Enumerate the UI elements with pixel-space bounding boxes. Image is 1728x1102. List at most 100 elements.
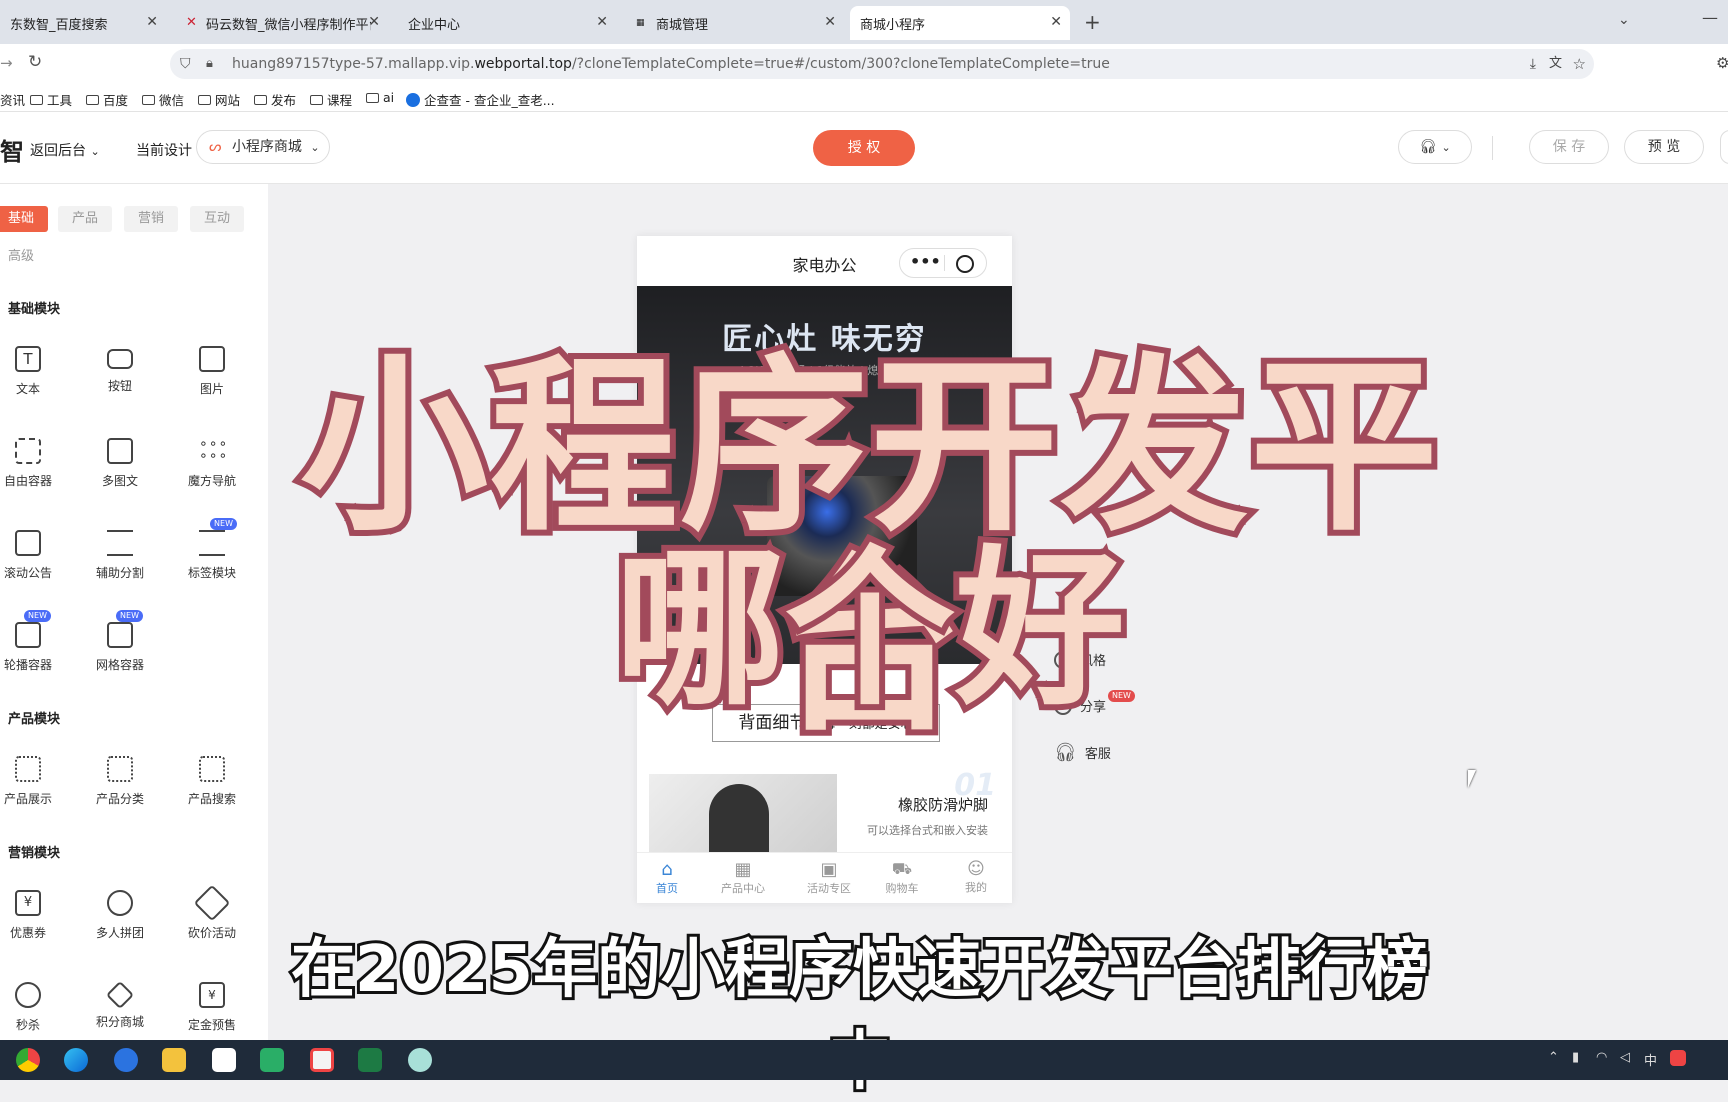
back-to-admin-button[interactable]: 返回后台 ⌄: [30, 140, 100, 160]
recorder-icon[interactable]: [310, 1048, 334, 1072]
text-icon: T: [15, 346, 41, 372]
close-icon[interactable]: ✕: [1050, 14, 1062, 30]
tab-list-icon[interactable]: ⌄: [1618, 12, 1630, 28]
new-tab-icon[interactable]: +: [1084, 10, 1101, 34]
bookmark-folder[interactable]: 微信: [142, 90, 184, 109]
flower-app-icon[interactable]: [408, 1048, 432, 1072]
module-text[interactable]: T 文本: [0, 346, 68, 397]
site-icon: ▦: [636, 18, 645, 28]
module-magic-nav[interactable]: ∘∘∘ ∘∘∘ 魔方导航: [172, 437, 252, 489]
module-carousel[interactable]: NEW 轮播容器: [0, 610, 68, 673]
section-title-product: 产品模块: [8, 712, 61, 727]
module-product-category[interactable]: 产品分类: [80, 756, 160, 807]
wechat-icon[interactable]: [260, 1048, 284, 1072]
sogou-icon[interactable]: [114, 1048, 138, 1072]
bookmark-item[interactable]: 企查查 - 查企业_查老...: [406, 90, 555, 109]
module-image[interactable]: 图片: [172, 346, 252, 397]
close-icon[interactable]: ✕: [824, 14, 836, 30]
excel-icon[interactable]: [358, 1048, 382, 1072]
module-coupon[interactable]: ¥ 优惠券: [0, 890, 68, 941]
divider-icon: [107, 530, 133, 556]
module-bargain[interactable]: 砍价活动: [172, 884, 252, 941]
translate-icon[interactable]: 文: [1549, 49, 1562, 79]
authorize-button[interactable]: 授 权: [813, 130, 915, 166]
module-divider[interactable]: 辅助分割: [80, 530, 160, 581]
module-notice[interactable]: 滚动公告: [0, 530, 68, 581]
bookmark-folder[interactable]: 工具: [30, 90, 72, 109]
back-label: 返回后台: [30, 143, 86, 159]
grid-icon: NEW: [107, 610, 143, 648]
bookmark-label: 资讯: [0, 93, 26, 108]
support-dropdown[interactable]: 🎧︎ ⌄: [1398, 130, 1472, 164]
bookmark-folder[interactable]: 发布: [254, 90, 296, 109]
nav-products[interactable]: ▦ 产品中心: [715, 859, 771, 896]
ime-icon[interactable]: 中: [1644, 1050, 1657, 1069]
browser-tab[interactable]: 东数智_百度搜索 ✕: [0, 6, 166, 40]
category-tab-advanced[interactable]: 高级: [0, 244, 48, 270]
bookmark-folder[interactable]: 百度: [86, 90, 128, 109]
address-bar: → ↻ ⛉ 🔒︎ huang897157type-57.mallapp.vip.…: [0, 44, 1728, 84]
mouse-cursor-icon: [1468, 770, 1476, 788]
chrome-icon[interactable]: [16, 1048, 40, 1072]
category-tab-marketing[interactable]: 营销: [124, 206, 178, 232]
module-points-mall[interactable]: 积分商城: [80, 980, 160, 1030]
mic-icon[interactable]: ▮: [1572, 1050, 1579, 1065]
capsule-menu[interactable]: •••: [899, 248, 987, 278]
save-button[interactable]: 保 存: [1529, 130, 1609, 164]
minimize-icon[interactable]: —: [1702, 8, 1718, 27]
product-card[interactable]: 01 橡胶防滑炉脚 可以选择台式和嵌入安装: [649, 768, 1000, 852]
bookmark-folder[interactable]: 课程: [310, 90, 352, 109]
network-icon[interactable]: ◠: [1596, 1050, 1607, 1065]
close-icon[interactable]: ✕: [368, 14, 380, 30]
tray-up-icon[interactable]: ⌃: [1548, 1050, 1559, 1065]
category-tab-interaction[interactable]: 互动: [190, 206, 244, 232]
module-grid[interactable]: NEW 网格容器: [80, 610, 160, 673]
folder-icon[interactable]: [162, 1048, 186, 1072]
bookmark-folder[interactable]: ai: [366, 90, 394, 105]
module-tags[interactable]: NEW 标签模块: [172, 518, 252, 581]
nav-activity[interactable]: ▣ 活动专区: [801, 859, 857, 896]
tab-title: 企业中心: [408, 17, 461, 33]
module-label: 魔方导航: [187, 474, 236, 488]
url-input[interactable]: ⛉ 🔒︎ huang897157type-57.mallapp.vip.webp…: [170, 49, 1594, 79]
more-button[interactable]: [1720, 130, 1728, 164]
qq-icon[interactable]: [212, 1048, 236, 1072]
category-tab-basic[interactable]: 基础: [0, 206, 48, 232]
category-tab-product[interactable]: 产品: [58, 206, 112, 232]
forward-icon[interactable]: →: [0, 54, 13, 72]
design-selector[interactable]: ᔕ 小程序商城 ⌄: [196, 130, 330, 164]
module-flash-sale[interactable]: 秒杀: [0, 982, 68, 1033]
browser-tab[interactable]: 企业中心 ✕: [398, 6, 616, 40]
selector-value: 小程序商城: [231, 139, 302, 155]
star-icon[interactable]: ☆: [1573, 49, 1586, 79]
new-badge: NEW: [210, 518, 237, 530]
close-icon[interactable]: ✕: [596, 14, 608, 30]
module-product-display[interactable]: 产品展示: [0, 756, 68, 807]
tab-title: 东数智_百度搜索: [10, 17, 108, 33]
close-icon[interactable]: ✕: [146, 14, 158, 30]
browser-tab[interactable]: ✕ 码云数智_微信小程序制作平台_ ✕: [176, 6, 388, 40]
nav-me[interactable]: ☺ 我的: [951, 859, 1001, 895]
module-multi-image-text[interactable]: 多图文: [80, 438, 160, 489]
nav-home[interactable]: ⌂ 首页: [647, 859, 687, 896]
preview-button[interactable]: 预 览: [1624, 130, 1704, 164]
module-presale[interactable]: ¥ 定金预售: [172, 982, 252, 1033]
bookmark-folder[interactable]: 网站: [198, 90, 240, 109]
browser-tab-active[interactable]: 商城小程序 ✕: [850, 6, 1070, 40]
module-button[interactable]: 按钮: [80, 346, 160, 394]
extension-icon[interactable]: ⚙: [1716, 54, 1728, 72]
carousel-icon: NEW: [15, 610, 51, 648]
reload-icon[interactable]: ↻: [28, 52, 42, 72]
module-group-buy[interactable]: 多人拼团: [80, 890, 160, 941]
sogou-ime-icon[interactable]: [1670, 1050, 1686, 1066]
bookmark-item[interactable]: 资讯: [0, 90, 25, 109]
stopwatch-icon: [15, 982, 41, 1008]
browser-tab[interactable]: ▦ 商城管理 ✕: [626, 6, 844, 40]
module-product-search[interactable]: 产品搜索: [172, 756, 252, 807]
download-icon[interactable]: ⤓: [1530, 49, 1536, 79]
volume-icon[interactable]: ◁: [1620, 1050, 1630, 1065]
nav-cart[interactable]: ⛟ 购物车: [877, 859, 927, 896]
module-free-container[interactable]: 自由容器: [0, 438, 68, 489]
cart-icon: ⛟: [891, 859, 913, 878]
edge-icon[interactable]: [64, 1048, 88, 1072]
